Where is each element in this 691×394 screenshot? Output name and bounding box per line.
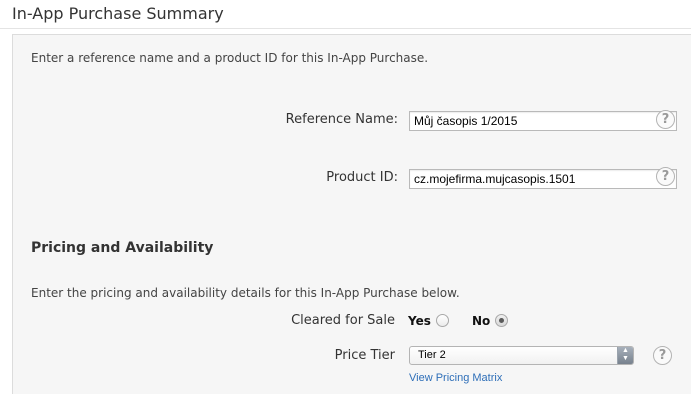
pricing-section-title: Pricing and Availability (31, 240, 214, 256)
price-tier-value: Tier 2 (418, 349, 446, 361)
arrow-up-icon: ▲ (622, 347, 629, 354)
summary-panel (12, 34, 691, 394)
cleared-no-label[interactable]: No (472, 314, 490, 328)
cleared-yes-label[interactable]: Yes (408, 314, 431, 328)
summary-intro-text: Enter a reference name and a product ID … (31, 51, 429, 65)
price-tier-label: Price Tier (334, 348, 395, 363)
page-title: In-App Purchase Summary (12, 4, 224, 23)
pricing-intro-text: Enter the pricing and availability detai… (31, 286, 460, 300)
reference-name-input[interactable] (409, 111, 677, 131)
product-id-input[interactable] (409, 169, 677, 189)
arrow-down-icon: ▼ (622, 355, 629, 362)
price-tier-help-icon[interactable]: ? (653, 346, 672, 365)
price-tier-select[interactable]: Tier 2 ▲ ▼ (409, 346, 634, 365)
cleared-no-radio[interactable] (495, 314, 508, 327)
title-divider (0, 28, 691, 29)
view-pricing-matrix-link[interactable]: View Pricing Matrix (409, 372, 502, 384)
reference-name-help-icon[interactable]: ? (656, 110, 675, 129)
product-id-label: Product ID: (326, 170, 398, 185)
select-arrows-icon: ▲ ▼ (617, 347, 633, 364)
cleared-for-sale-label: Cleared for Sale (291, 313, 395, 328)
product-id-help-icon[interactable]: ? (656, 167, 675, 186)
reference-name-label: Reference Name: (285, 112, 398, 127)
cleared-yes-radio[interactable] (436, 314, 449, 327)
